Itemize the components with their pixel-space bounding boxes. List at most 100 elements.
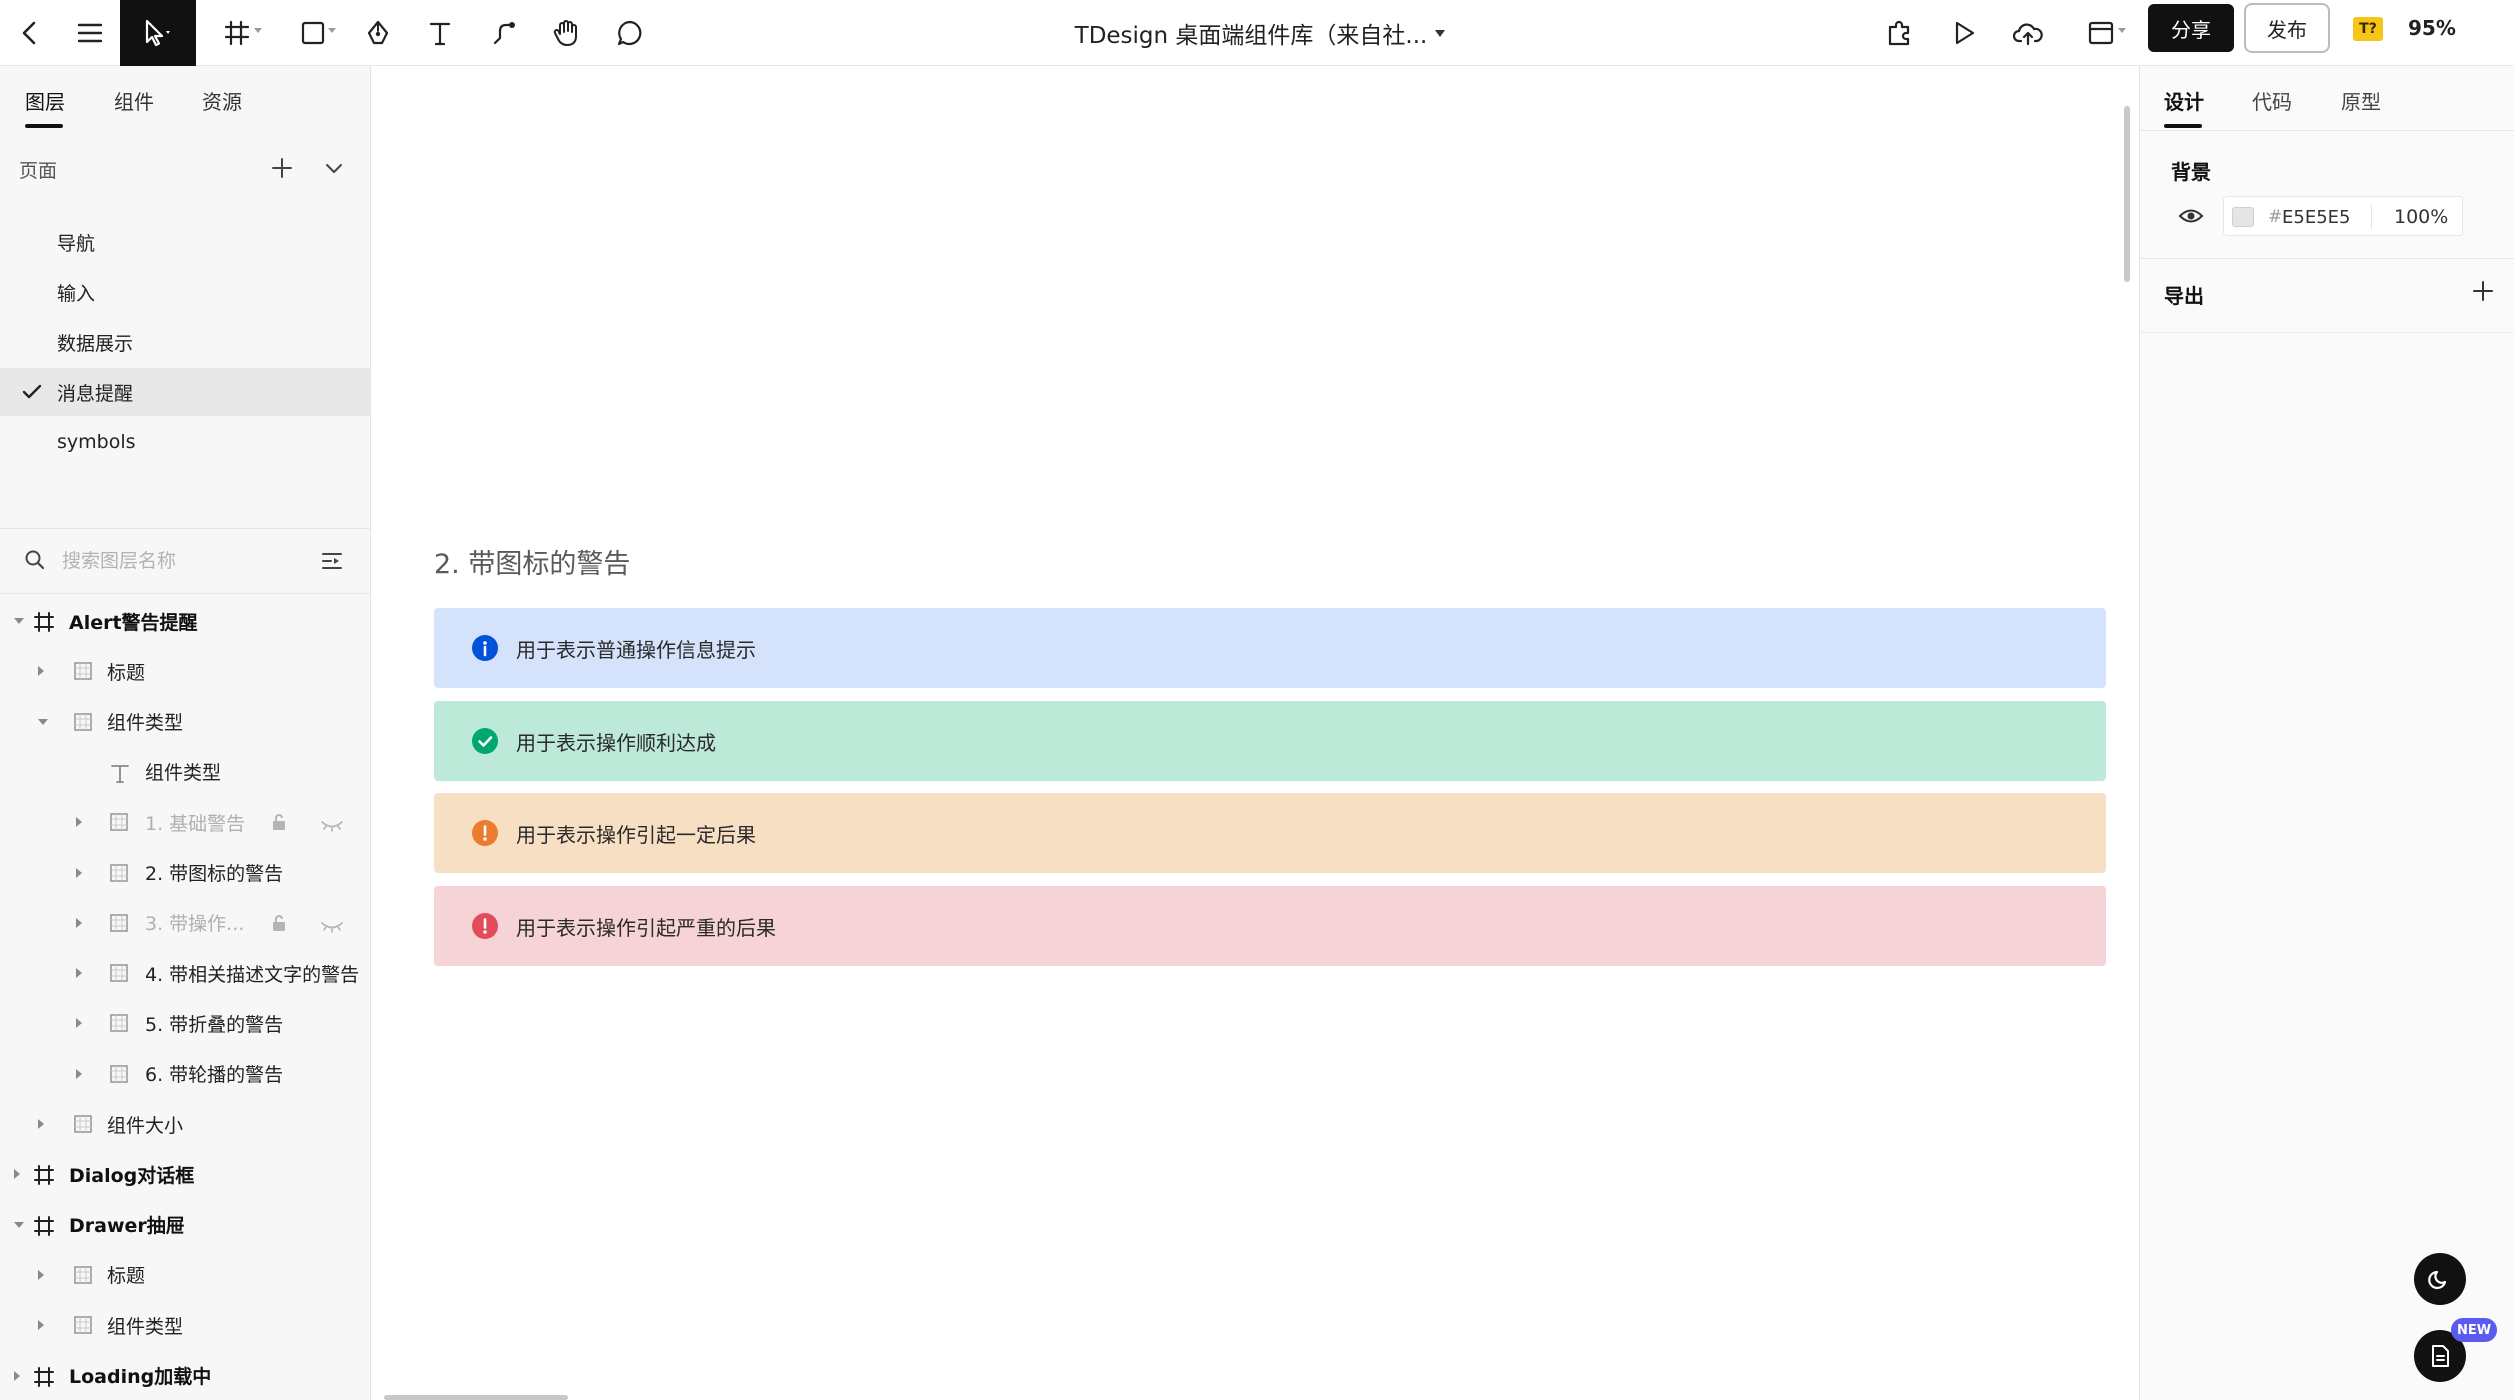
vertical-scrollbar[interactable] [2124, 106, 2130, 282]
document-title[interactable]: TDesign 桌面端组件库（来自社... [1000, 0, 1520, 66]
caret-right-icon[interactable] [38, 666, 44, 677]
page-item-data-display[interactable]: 数据展示 [0, 318, 370, 366]
collapse-pages-button[interactable] [320, 154, 348, 182]
lock-icon[interactable] [270, 913, 288, 938]
layer-row[interactable]: 3. 带操作... [0, 898, 370, 948]
theme-toggle-button[interactable] [2414, 1253, 2466, 1305]
main-menu-icon[interactable] [70, 0, 110, 66]
color-swatch[interactable] [2232, 207, 2254, 227]
horizontal-scrollbar[interactable] [384, 1395, 568, 1400]
divider [2140, 258, 2514, 259]
layout-view-button[interactable] [2074, 0, 2128, 66]
alert-info[interactable]: 用于表示普通操作信息提示 [434, 608, 2106, 688]
tab-design[interactable]: 设计 [2164, 86, 2204, 115]
layer-row[interactable]: 1. 基础警告 [0, 797, 370, 847]
search-icon [25, 550, 45, 570]
layer-row[interactable]: 组件类型 [0, 1300, 370, 1350]
tab-code[interactable]: 代码 [2252, 86, 2292, 115]
alert-message: 用于表示操作顺利达成 [516, 730, 716, 755]
share-button[interactable]: 分享 [2148, 4, 2234, 52]
caret-down-icon[interactable] [14, 618, 24, 624]
plugins-button[interactable] [1880, 0, 1920, 66]
frame-tool-button[interactable] [212, 0, 262, 66]
design-canvas[interactable]: 2. 带图标的警告 用于表示普通操作信息提示 用于表示操作顺利达成 用于表示操作引起… [372, 66, 2138, 1400]
page-item-symbols[interactable]: symbols [0, 418, 370, 466]
connector-tool-button[interactable] [484, 0, 524, 66]
eye-closed-icon[interactable] [320, 814, 344, 838]
layer-row[interactable]: 组件类型 [0, 747, 370, 797]
hand-tool-button[interactable] [546, 0, 586, 66]
caret-right-icon[interactable] [38, 1320, 44, 1331]
caret-right-icon[interactable] [38, 1119, 44, 1129]
eye-closed-icon[interactable] [320, 915, 344, 939]
puzzle-icon [1888, 20, 1910, 46]
document-title-text: TDesign 桌面端组件库（来自社... [1074, 23, 1428, 49]
alert-warning[interactable]: 用于表示操作引起一定后果 [434, 793, 2106, 873]
preview-button[interactable] [1944, 0, 1984, 66]
warning-icon [472, 820, 498, 846]
page-item-input[interactable]: 输入 [0, 268, 370, 316]
layer-row[interactable]: Loading加载中 [0, 1351, 370, 1400]
caret-right-icon[interactable] [76, 1018, 82, 1029]
eye-icon[interactable] [2178, 206, 2204, 226]
caret-down-icon[interactable] [14, 1221, 24, 1228]
layer-search-input[interactable] [62, 543, 302, 579]
export-section-title: 导出 [2164, 284, 2204, 308]
comment-tool-button[interactable] [610, 0, 650, 66]
layer-row[interactable]: 组件大小 [0, 1099, 370, 1149]
lock-icon[interactable] [270, 812, 288, 837]
missing-font-badge[interactable]: T? [2353, 17, 2383, 41]
zoom-level[interactable]: 95% [2408, 0, 2456, 56]
alert-error[interactable]: 用于表示操作引起严重的后果 [434, 886, 2106, 966]
background-color-field[interactable]: # E5E5E5 100% [2223, 196, 2463, 236]
caret-right-icon[interactable] [76, 917, 82, 928]
layer-row[interactable]: 2. 带图标的警告 [0, 848, 370, 898]
layer-row[interactable]: Dialog对话框 [0, 1149, 370, 1199]
background-hex-value[interactable]: E5E5E5 [2282, 197, 2350, 237]
layer-row[interactable]: 标题 [0, 646, 370, 696]
layer-row[interactable]: 组件类型 [0, 697, 370, 747]
page-item-navigation[interactable]: 导航 [0, 218, 370, 266]
layer-row[interactable]: Drawer抽屉 [0, 1200, 370, 1250]
layer-row[interactable]: 5. 带折叠的警告 [0, 998, 370, 1048]
plus-icon[interactable] [2470, 278, 2496, 304]
back-icon[interactable] [10, 0, 50, 66]
shape-tool-button[interactable] [288, 0, 338, 66]
layer-name: 组件类型 [145, 762, 222, 785]
active-tab-indicator [2164, 124, 2202, 128]
component-icon [73, 661, 93, 686]
caret-right-icon[interactable] [38, 1269, 44, 1280]
layer-row[interactable]: 6. 带轮播的警告 [0, 1049, 370, 1099]
caret-right-icon[interactable] [76, 968, 82, 979]
hand-icon [553, 20, 577, 46]
caret-down-icon[interactable] [38, 718, 48, 725]
alert-success[interactable]: 用于表示操作顺利达成 [434, 701, 2106, 781]
caret-right-icon[interactable] [14, 1370, 20, 1381]
select-tool-button[interactable] [120, 0, 196, 66]
pen-icon [367, 20, 389, 45]
caret-right-icon[interactable] [76, 817, 82, 828]
frame-icon [33, 1164, 55, 1191]
layer-row[interactable]: Alert警告提醒 [0, 596, 370, 646]
background-opacity-value[interactable]: 100% [2394, 197, 2448, 237]
page-item-notifications[interactable]: 消息提醒 [0, 368, 370, 416]
filter-icon[interactable] [320, 549, 344, 573]
tab-assets[interactable]: 资源 [202, 86, 242, 115]
publish-button[interactable]: 发布 [2244, 3, 2330, 53]
tab-layers[interactable]: 图层 [25, 86, 65, 115]
pen-tool-button[interactable] [358, 0, 398, 66]
component-icon [109, 963, 129, 988]
layer-row[interactable]: 标题 [0, 1250, 370, 1300]
tab-components[interactable]: 组件 [114, 86, 154, 115]
text-tool-button[interactable] [420, 0, 460, 66]
chevron-down-icon [326, 164, 342, 173]
layer-row[interactable]: 4. 带相关描述文字的警告 [0, 948, 370, 998]
add-page-button[interactable] [268, 154, 296, 182]
caret-right-icon[interactable] [14, 1169, 20, 1180]
caret-right-icon[interactable] [76, 1068, 82, 1079]
tab-prototype[interactable]: 原型 [2341, 86, 2381, 115]
upload-button[interactable] [2006, 0, 2050, 66]
component-icon [73, 1114, 93, 1139]
caret-right-icon[interactable] [76, 867, 82, 878]
layer-name: Dialog对话框 [69, 1164, 195, 1187]
